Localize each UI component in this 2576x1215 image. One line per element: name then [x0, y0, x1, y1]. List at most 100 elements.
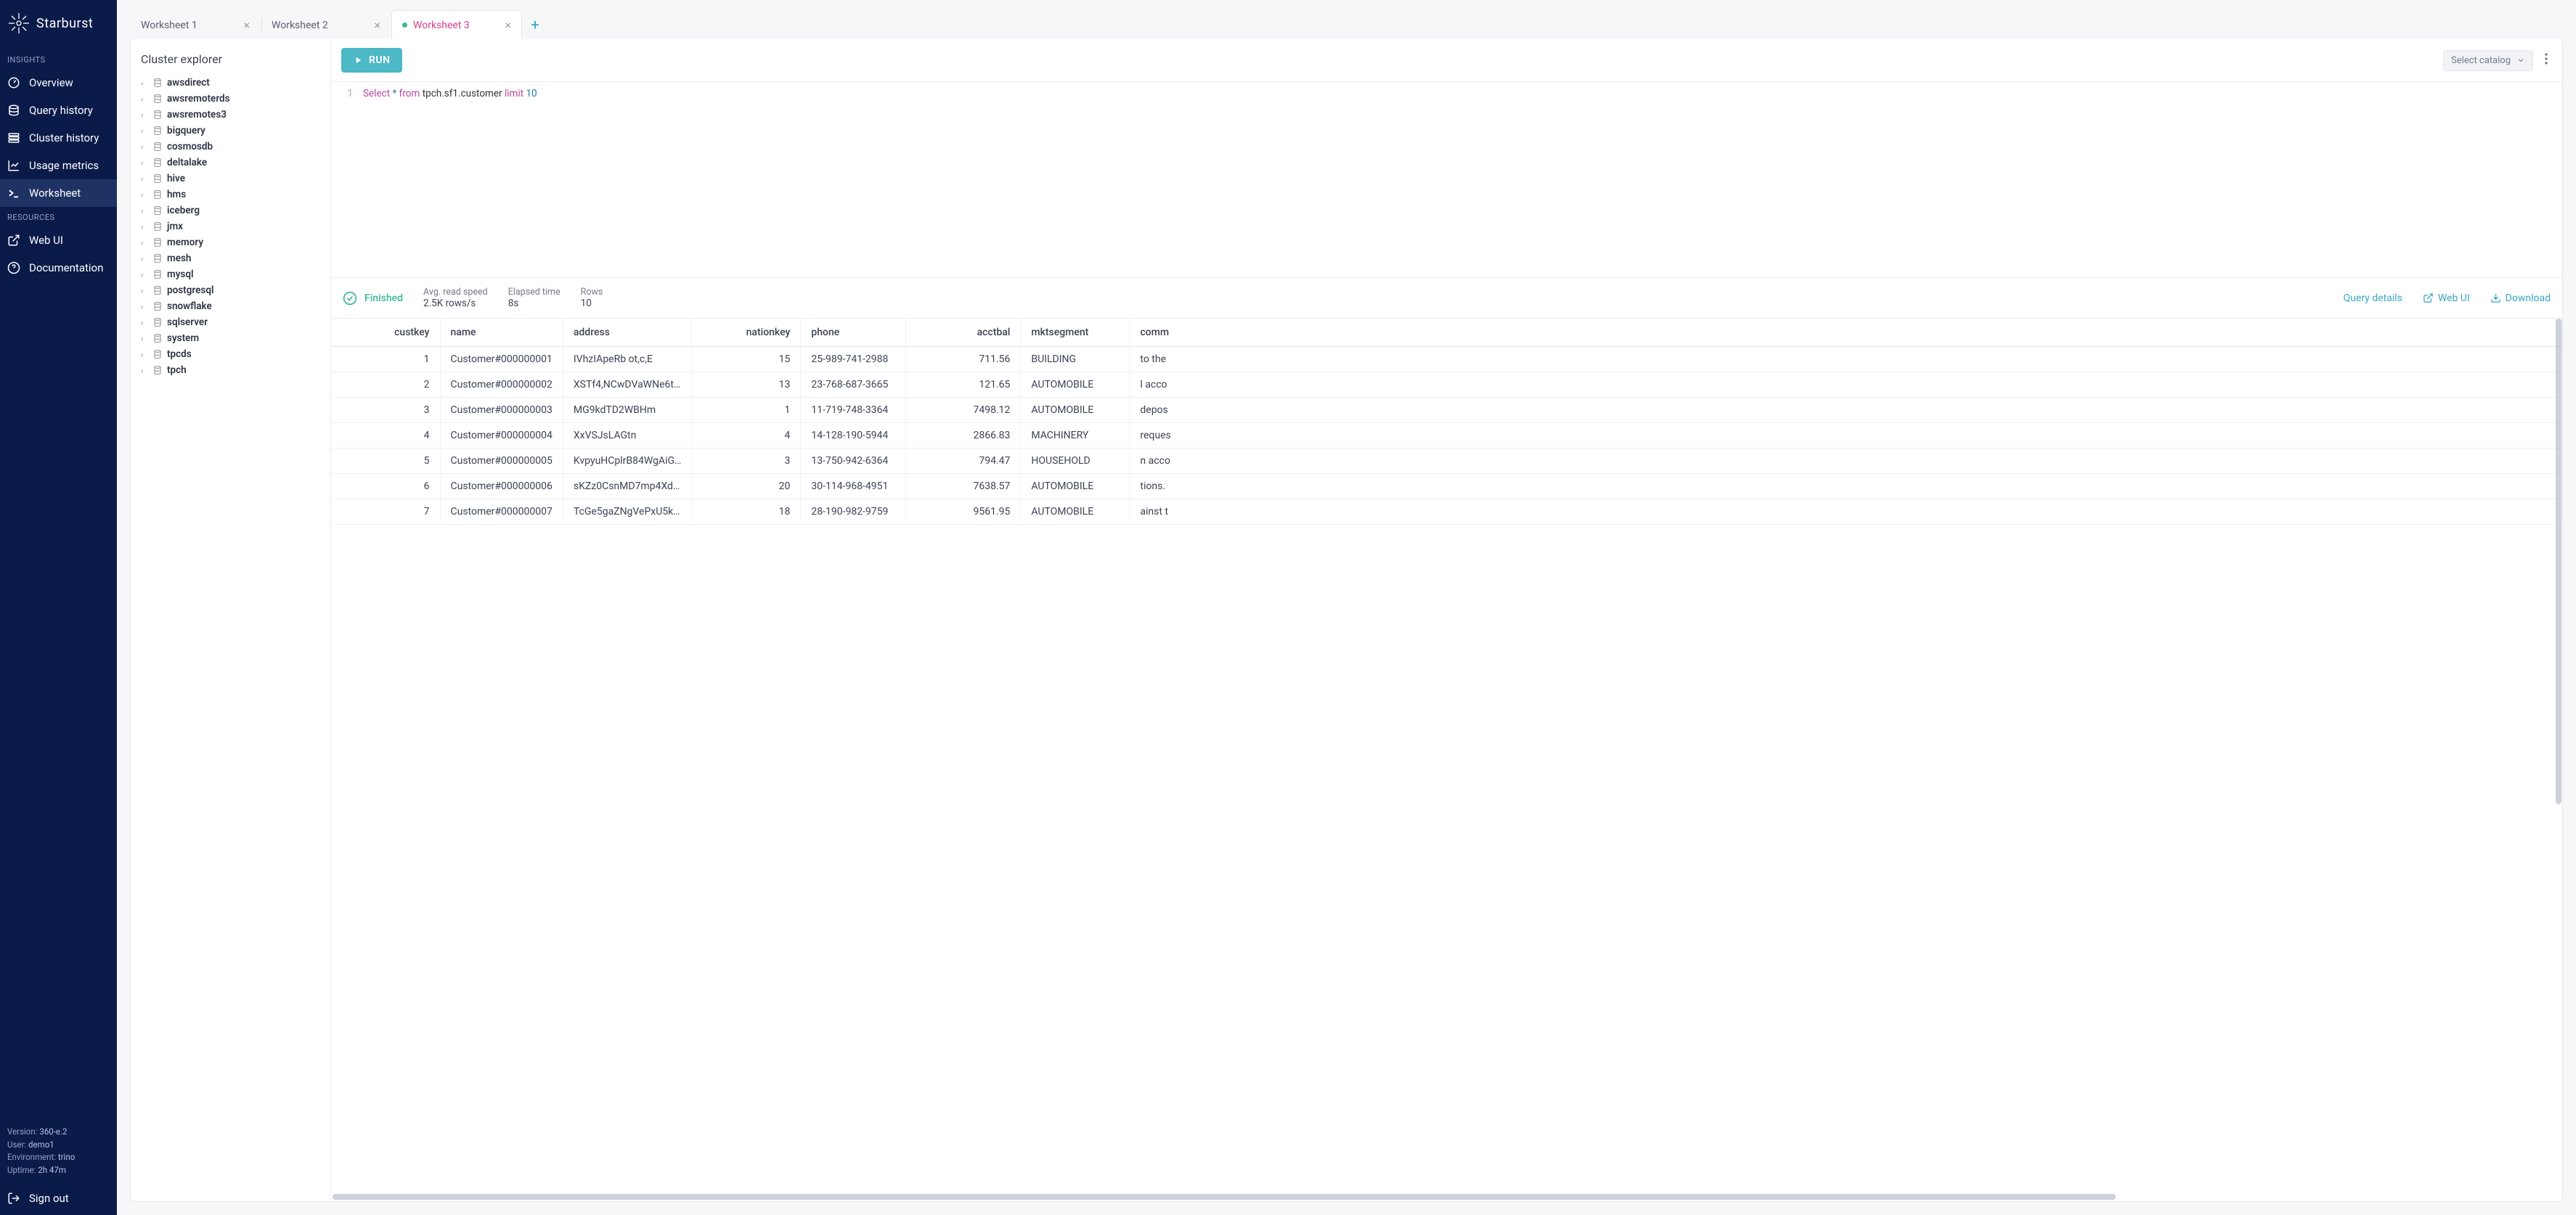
table-row[interactable]: 6Customer#000000006sKZz0CsnMD7mp4Xd…2030…: [331, 474, 2562, 499]
sidebar-footer: Version: 360-e.2 User: demo1 Environment…: [0, 1120, 117, 1183]
close-tab-button[interactable]: ×: [243, 18, 250, 32]
line-number: 1: [331, 88, 363, 99]
chevron-right-icon: ›: [141, 174, 148, 184]
catalog-bigquery[interactable]: ›bigquery: [141, 123, 322, 139]
stat-rows: Rows10: [581, 287, 603, 309]
nav-section-resources: RESOURCES: [0, 207, 117, 226]
stat-elapsed: Elapsed time8s: [508, 287, 561, 309]
chevron-right-icon: ›: [141, 78, 148, 88]
chevron-right-icon: ›: [141, 302, 148, 311]
code-line: Select * from tpch.sf1.customer limit 10: [363, 88, 537, 99]
sql-editor[interactable]: 1 Select * from tpch.sf1.customer limit …: [331, 82, 2562, 278]
nav-usage-metrics[interactable]: Usage metrics: [0, 152, 117, 179]
add-tab-button[interactable]: +: [522, 10, 548, 39]
table-row[interactable]: 5Customer#000000005KvpyuHCplrB84WgAiG…31…: [331, 449, 2562, 474]
close-tab-button[interactable]: ×: [505, 18, 511, 32]
workspace: Cluster explorer ›awsdirect›awsremoterds…: [130, 39, 2563, 1202]
play-icon: [353, 55, 363, 65]
status-state: Finished: [364, 292, 403, 304]
col-header-nationkey[interactable]: nationkey: [692, 319, 801, 347]
tab-worksheet-3[interactable]: Worksheet 3×: [391, 10, 522, 39]
more-menu-button[interactable]: [2540, 50, 2552, 71]
query-details-link[interactable]: Query details: [2344, 292, 2402, 304]
chevron-right-icon: ›: [141, 126, 148, 136]
brand-name: Starburst: [36, 16, 93, 31]
download-icon: [2490, 292, 2501, 303]
download-link[interactable]: Download: [2490, 292, 2551, 304]
catalog-snowflake[interactable]: ›snowflake: [141, 298, 322, 314]
catalog-memory[interactable]: ›memory: [141, 234, 322, 250]
web-ui-link[interactable]: Web UI: [2423, 292, 2470, 304]
catalog-jmx[interactable]: ›jmx: [141, 218, 322, 234]
catalog-tpch[interactable]: ›tpch: [141, 362, 322, 378]
horizontal-scrollbar[interactable]: [333, 1194, 2116, 1200]
tab-worksheet-2[interactable]: Worksheet 2×: [261, 10, 391, 39]
nav-section-insights: INSIGHTS: [0, 49, 117, 69]
chevron-right-icon: ›: [141, 334, 148, 343]
catalog-awsdirect[interactable]: ›awsdirect: [141, 75, 322, 91]
catalog-awsremoterds[interactable]: ›awsremoterds: [141, 91, 322, 107]
nav-cluster-history[interactable]: Cluster history: [0, 124, 117, 152]
chevron-right-icon: ›: [141, 222, 148, 232]
catalog-hms[interactable]: ›hms: [141, 187, 322, 202]
nav-documentation[interactable]: Documentation: [0, 254, 117, 282]
table-row[interactable]: 7Customer#000000007TcGe5gaZNgVePxU5k…182…: [331, 499, 2562, 525]
chevron-right-icon: ›: [141, 350, 148, 359]
chevron-right-icon: ›: [141, 366, 148, 375]
col-header-phone[interactable]: phone: [801, 319, 906, 347]
kebab-icon: [2545, 53, 2548, 65]
vertical-scrollbar[interactable]: [2556, 319, 2561, 804]
col-header-acctbal[interactable]: acctbal: [906, 319, 1021, 347]
starburst-icon: [7, 12, 30, 35]
catalog-awsremotes3[interactable]: ›awsremotes3: [141, 107, 322, 123]
brand-logo: Starburst: [0, 0, 117, 49]
catalog-postgresql[interactable]: ›postgresql: [141, 282, 322, 298]
sidebar: Starburst INSIGHTS OverviewQuery history…: [0, 0, 117, 1215]
catalog-iceberg[interactable]: ›iceberg: [141, 202, 322, 218]
table-row[interactable]: 3Customer#000000003MG9kdTD2WBHm111-719-7…: [331, 398, 2562, 423]
catalog-tpcds[interactable]: ›tpcds: [141, 346, 322, 362]
catalog-system[interactable]: ›system: [141, 330, 322, 346]
status-bar: Finished Avg. read speed2.5K rows/s Elap…: [331, 278, 2562, 319]
table-row[interactable]: 1Customer#000000001IVhzIApeRb ot,c,E1525…: [331, 347, 2562, 372]
catalog-mesh[interactable]: ›mesh: [141, 250, 322, 266]
chevron-right-icon: ›: [141, 110, 148, 120]
table-header-row: custkeynameaddressnationkeyphoneacctbalm…: [331, 319, 2562, 347]
col-header-mktsegment[interactable]: mktsegment: [1021, 319, 1130, 347]
chevron-right-icon: ›: [141, 206, 148, 216]
nav-query-history[interactable]: Query history: [0, 97, 117, 124]
cluster-explorer: Cluster explorer ›awsdirect›awsremoterds…: [131, 39, 331, 1201]
chevron-right-icon: ›: [141, 158, 148, 168]
col-header-address[interactable]: address: [563, 319, 692, 347]
nav-overview[interactable]: Overview: [0, 69, 117, 97]
chevron-right-icon: ›: [141, 270, 148, 279]
col-header-comm[interactable]: comm: [1130, 319, 2562, 347]
catalog-mysql[interactable]: ›mysql: [141, 266, 322, 282]
catalog-hive[interactable]: ›hive: [141, 171, 322, 187]
catalog-select[interactable]: Select catalog: [2443, 50, 2533, 71]
modified-dot-icon: [402, 22, 407, 28]
signout-icon: [7, 1192, 20, 1205]
results-table: custkeynameaddressnationkeyphoneacctbalm…: [331, 319, 2562, 525]
chevron-right-icon: ›: [141, 318, 148, 327]
run-button[interactable]: RUN: [341, 48, 402, 73]
sign-out-button[interactable]: Sign out: [0, 1183, 117, 1215]
results-scroll[interactable]: custkeynameaddressnationkeyphoneacctbalm…: [331, 319, 2562, 1201]
table-row[interactable]: 2Customer#000000002XSTf4,NCwDVaWNe6t…132…: [331, 372, 2562, 398]
close-tab-button[interactable]: ×: [374, 18, 380, 32]
chevron-right-icon: ›: [141, 254, 148, 263]
col-header-name[interactable]: name: [440, 319, 563, 347]
tab-worksheet-1[interactable]: Worksheet 1×: [130, 10, 261, 39]
nav-worksheet[interactable]: Worksheet: [0, 179, 117, 207]
chevron-right-icon: ›: [141, 94, 148, 104]
main: Worksheet 1×Worksheet 2×Worksheet 3× + C…: [117, 0, 2576, 1215]
catalog-deltalake[interactable]: ›deltalake: [141, 155, 322, 171]
nav-web-ui[interactable]: Web UI: [0, 226, 117, 254]
editor-toolbar: RUN Select catalog: [331, 39, 2562, 82]
catalog-cosmosdb[interactable]: ›cosmosdb: [141, 139, 322, 155]
table-row[interactable]: 4Customer#000000004XxVSJsLAGtn414-128-19…: [331, 423, 2562, 449]
col-header-custkey[interactable]: custkey: [331, 319, 440, 347]
chevron-right-icon: ›: [141, 238, 148, 248]
catalog-sqlserver[interactable]: ›sqlserver: [141, 314, 322, 330]
chevron-right-icon: ›: [141, 142, 148, 152]
